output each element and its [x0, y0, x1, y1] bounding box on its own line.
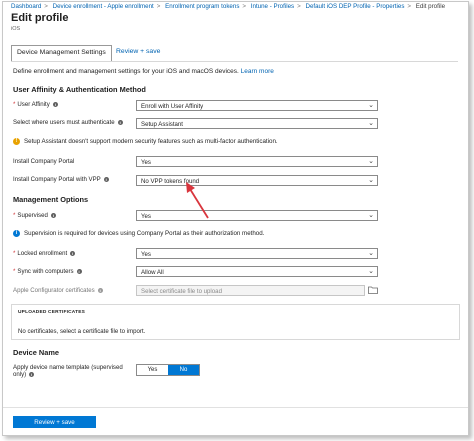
edit-profile-panel: Dashboard > Device enrollment - Apple enr…	[2, 1, 469, 436]
annotation-arrow-line	[189, 188, 209, 219]
annotation-arrow	[186, 182, 209, 219]
